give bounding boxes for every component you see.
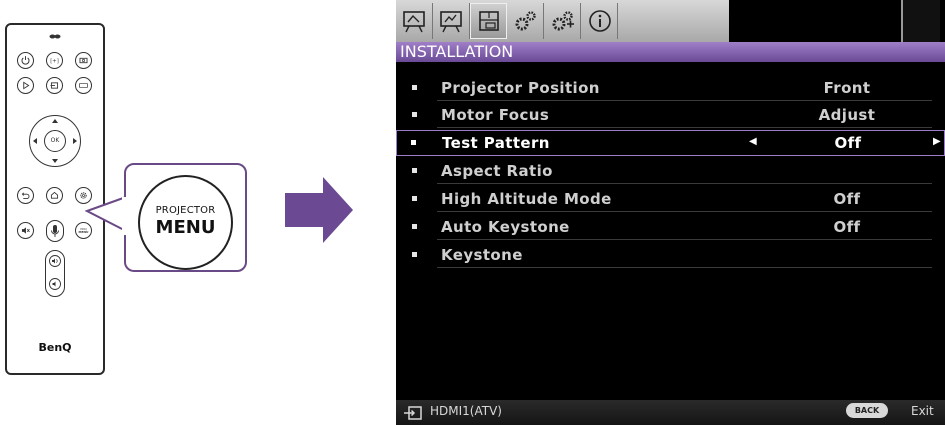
mute-button[interactable]: [17, 222, 34, 239]
menu-item-projector-position[interactable]: Projector Position Front: [412, 75, 932, 101]
menu-item-motor-focus[interactable]: Motor Focus Adjust: [412, 102, 932, 128]
caret-right-icon[interactable]: ▶: [933, 136, 941, 147]
menu-item-value: Off: [834, 134, 862, 152]
input-source-icon: [404, 406, 422, 420]
menu-item-auto-keystone[interactable]: Auto Keystone Off: [412, 214, 932, 240]
divider: [437, 267, 932, 268]
dpad-down-icon[interactable]: [51, 158, 59, 164]
section-title: INSTALLATION: [396, 42, 945, 62]
divider: [437, 127, 932, 128]
microphone-icon: [51, 225, 59, 237]
input-icon: [50, 82, 59, 89]
exit-label: Exit: [911, 404, 934, 418]
status-footer: HDMI1(ATV) BACK Exit: [396, 400, 945, 425]
arrow-right-icon: [285, 177, 353, 243]
menu-item-label: Motor Focus: [441, 106, 550, 124]
menu-item-label: Projector Position: [441, 79, 600, 97]
dpad-up-icon[interactable]: [51, 118, 59, 124]
prime-video-icon: [79, 82, 88, 89]
caret-left-icon[interactable]: ◀: [749, 136, 757, 147]
volume-rocker[interactable]: [45, 250, 65, 297]
callout-mask: [122, 197, 128, 235]
bullet: [411, 140, 416, 145]
menu-item-label: Aspect Ratio: [441, 162, 553, 180]
bullet: [412, 252, 417, 257]
power-button[interactable]: [17, 52, 34, 69]
ok-button[interactable]: OK: [44, 130, 66, 152]
mute-icon: [21, 227, 30, 234]
divider: [437, 239, 932, 240]
menu-item-label: Auto Keystone: [441, 218, 570, 236]
menu-item-label: High Altitude Mode: [441, 190, 612, 208]
focus-button[interactable]: [+]: [46, 52, 63, 69]
system-settings-advanced-icon: [552, 11, 574, 31]
menu-item-value: Off: [833, 218, 861, 236]
tab-information[interactable]: [581, 3, 618, 39]
display-icon: [440, 11, 462, 33]
home-button[interactable]: [46, 187, 63, 204]
back-button[interactable]: BACK: [846, 403, 888, 418]
ir-sensor-icon: [49, 34, 61, 39]
tab-display[interactable]: [433, 3, 470, 39]
information-icon: [589, 10, 611, 32]
projector-osd: INSTALLATION Projector Position Front Mo…: [396, 0, 945, 425]
callout-line1: PROJECTOR: [155, 205, 216, 216]
installation-icon: [479, 11, 499, 31]
projector-menu-callout: PROJECTOR MENU: [138, 175, 233, 270]
input-source-label: HDMI1(ATV): [430, 404, 502, 418]
menu-item-value: Off: [833, 190, 861, 208]
menu-item-aspect-ratio[interactable]: Aspect Ratio: [412, 158, 932, 184]
menu-item-label: Test Pattern: [442, 134, 550, 152]
bullet: [412, 112, 417, 117]
dpad-left-icon[interactable]: [32, 137, 38, 145]
tab-strip: [396, 0, 729, 42]
menu-item-value: Front: [823, 79, 871, 97]
bullet: [412, 168, 417, 173]
prime-video-button[interactable]: [75, 77, 92, 94]
tab-installation[interactable]: [470, 3, 507, 39]
bullet: [412, 85, 417, 90]
picture-icon: [403, 11, 425, 33]
volume-down-icon[interactable]: [48, 278, 62, 290]
bullet: [412, 224, 417, 229]
divider: [437, 211, 932, 212]
home-icon: [50, 191, 59, 199]
brand-logo: BenQ: [38, 341, 72, 354]
input-button[interactable]: [46, 77, 63, 94]
focus-icon: [+]: [50, 59, 59, 65]
back-button[interactable]: [17, 187, 34, 204]
callout-line2: MENU: [155, 217, 216, 238]
menu-item-value: Adjust: [818, 106, 876, 124]
play-button[interactable]: [17, 77, 34, 94]
voice-button[interactable]: [46, 220, 64, 242]
system-settings-basic-icon: [515, 11, 536, 31]
power-icon: [21, 56, 30, 65]
tab-picture[interactable]: [396, 3, 433, 39]
play-icon: [23, 81, 30, 90]
projector-button[interactable]: [75, 52, 92, 69]
menu-item-keystone[interactable]: Keystone: [412, 242, 932, 268]
tab-system-basic[interactable]: [507, 3, 544, 39]
tab-strip-end: [901, 0, 940, 42]
back-arrow-icon: [21, 192, 30, 200]
menu-item-high-altitude-mode[interactable]: High Altitude Mode Off: [412, 186, 932, 212]
dpad-right-icon[interactable]: [72, 137, 78, 145]
divider: [437, 183, 932, 184]
volume-up-icon[interactable]: [48, 255, 62, 267]
projector-icon: [79, 57, 88, 64]
tab-system-advanced[interactable]: [544, 3, 581, 39]
menu-item-label: Keystone: [441, 246, 523, 264]
menu-tabs: [396, 0, 945, 42]
svg-text:[+]: [+]: [50, 59, 59, 65]
bullet: [412, 196, 417, 201]
menu-item-test-pattern[interactable]: Test Pattern ◀ Off ▶: [396, 130, 945, 156]
divider: [437, 100, 932, 101]
